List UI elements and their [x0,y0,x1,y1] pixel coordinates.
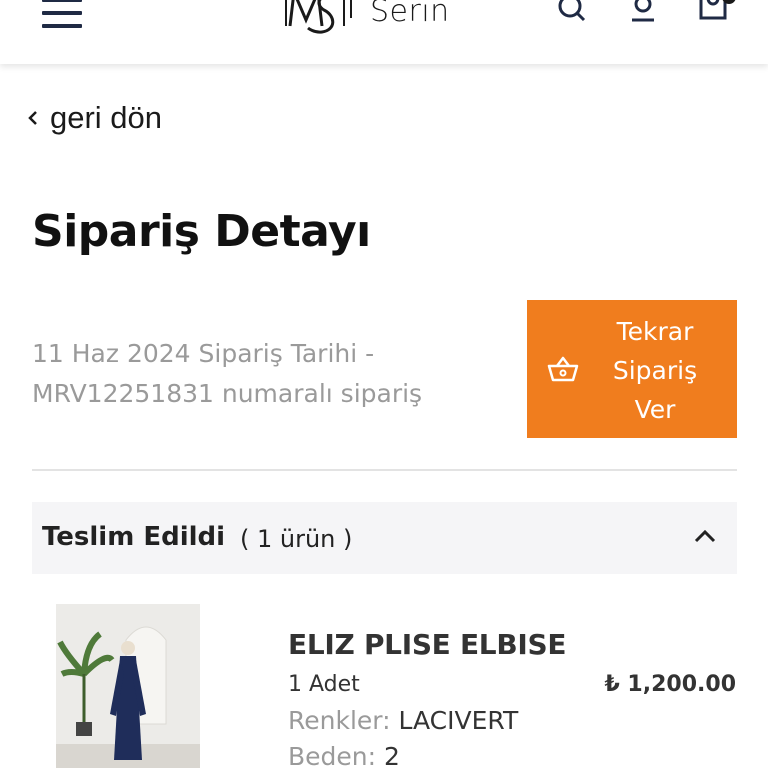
reorder-label-line: Tekrar [616,317,694,346]
brand-name: Serin [370,0,450,29]
product-name[interactable]: ELIZ PLISE ELBISE [288,628,566,661]
chevron-up-icon[interactable] [692,526,718,546]
brand-logo[interactable]: Serin [284,0,474,50]
product-price: ₺ 1,200.00 [604,672,736,697]
product-quantity: 1 Adet [288,672,360,697]
product-size: Beden: 2 [288,742,400,768]
shipment-status-header[interactable]: Teslim Edildi ( 1 ürün ) [32,502,737,574]
product-size-label: Beden: [288,742,377,768]
back-link[interactable]: geri dön [26,100,162,136]
reorder-button[interactable]: Tekrar Sipariş Ver [527,300,737,438]
product-color-value: LACIVERT [398,706,519,735]
page-title: Sipariş Detayı [32,206,371,257]
product-photo [56,604,200,768]
product-image[interactable] [56,604,200,768]
reorder-label-line: Ver [634,395,676,424]
chevron-left-icon [28,111,37,125]
shipment-item-count: ( 1 ürün ) [240,525,353,553]
section-divider [32,469,737,471]
user-icon[interactable] [628,0,658,24]
order-date: 11 Haz 2024 Sipariş Tarihi - [32,339,375,368]
shipment-status: Teslim Edildi [42,522,226,552]
reorder-label: Tekrar Sipariş Ver [599,312,711,429]
order-meta: 11 Haz 2024 Sipariş Tarihi - MRV12251831… [32,334,502,414]
product-color-label: Renkler: [288,706,391,735]
basket-icon [547,356,579,382]
product-color: Renkler: LACIVERT [288,706,518,735]
menu-icon[interactable] [42,0,82,28]
product-size-value: 2 [384,742,400,768]
reorder-label-line: Sipariş [612,356,698,385]
logo-monogram [285,0,345,34]
logo-divider [350,0,352,18]
order-number: MRV12251831 numaralı sipariş [32,379,423,408]
back-label: geri dön [50,100,163,135]
site-header: Serin [0,0,768,64]
cart-icon[interactable] [698,0,728,24]
search-icon[interactable] [556,0,586,24]
